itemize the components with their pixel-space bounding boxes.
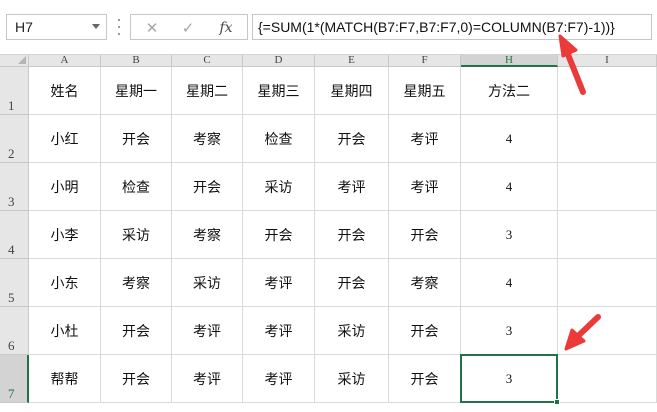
insert-function-icon[interactable]: fx [211,18,241,38]
spreadsheet-grid: A B C D E F H I 1 姓名 星期一 星期二 星期三 星期四 星期五 方法二 2 小红 开会 考察 检查 开会… [0,55,657,412]
column-header-f[interactable]: F [389,55,461,67]
cell-a3[interactable]: 小明 [29,163,101,211]
column-header-a[interactable]: A [29,55,101,67]
cell-e4[interactable]: 开会 [315,211,389,259]
cell-h3[interactable]: 4 [461,163,558,211]
name-box-value: H7 [15,19,33,35]
cell-f5[interactable]: 考察 [389,259,461,307]
row-number: 2 [8,146,15,161]
cell-d2[interactable]: 检查 [243,115,315,163]
cell-c6[interactable]: 考评 [172,307,243,355]
cell-h7[interactable]: 3 [461,355,558,403]
cell-e5[interactable]: 开会 [315,259,389,307]
cell-f6[interactable]: 开会 [389,307,461,355]
row-header-1[interactable]: 1 [0,67,29,115]
row-header-6[interactable]: 6 [0,307,29,355]
cell-e6[interactable]: 采访 [315,307,389,355]
cancel-icon[interactable]: ✕ [137,18,167,38]
cell-a1[interactable]: 姓名 [29,67,101,115]
cell-a7[interactable]: 帮帮 [29,355,101,403]
name-box[interactable]: H7 [6,14,107,40]
row-header-4[interactable]: 4 [0,211,29,259]
cell-e2[interactable]: 开会 [315,115,389,163]
row-header-3[interactable]: 3 [0,163,29,211]
row-number: 3 [8,194,15,209]
cell-h2[interactable]: 4 [461,115,558,163]
cell-f1[interactable]: 星期五 [389,67,461,115]
cell-c1[interactable]: 星期二 [172,67,243,115]
cell-d7[interactable]: 考评 [243,355,315,403]
cell-d4[interactable]: 开会 [243,211,315,259]
cell-a5[interactable]: 小东 [29,259,101,307]
cell-d5[interactable]: 考评 [243,259,315,307]
cell-f7[interactable]: 开会 [389,355,461,403]
cell-b5[interactable]: 考察 [101,259,172,307]
cell-c3[interactable]: 开会 [172,163,243,211]
column-header-c[interactable]: C [172,55,243,67]
formula-bar: H7 ✕ ✓ fx {=SUM(1*(MATCH(B7:F7,B7:F7,0)=… [0,0,657,55]
cell-h5[interactable]: 4 [461,259,558,307]
cell-c2[interactable]: 考察 [172,115,243,163]
row-number: 6 [8,338,15,353]
enter-icon[interactable]: ✓ [173,18,203,38]
cell-a4[interactable]: 小李 [29,211,101,259]
cell-b6[interactable]: 开会 [101,307,172,355]
cell-a6[interactable]: 小杜 [29,307,101,355]
row-header-7[interactable]: 7 [0,355,29,403]
drag-handle-icon[interactable] [116,14,122,40]
cell-f3[interactable]: 考评 [389,163,461,211]
cell-c7[interactable]: 考评 [172,355,243,403]
column-header-h[interactable]: H [461,55,558,67]
cell-d3[interactable]: 采访 [243,163,315,211]
cell-a2[interactable]: 小红 [29,115,101,163]
cell-d1[interactable]: 星期三 [243,67,315,115]
cell-b3[interactable]: 检查 [101,163,172,211]
cell-i4[interactable] [558,211,657,259]
cell-c4[interactable]: 考察 [172,211,243,259]
cell-e7[interactable]: 采访 [315,355,389,403]
row-number: 4 [8,242,15,257]
cell-f2[interactable]: 考评 [389,115,461,163]
row-number: 7 [8,386,15,401]
chevron-down-icon[interactable] [92,24,100,29]
formula-input[interactable]: {=SUM(1*(MATCH(B7:F7,B7:F7,0)=COLUMN(B7:… [252,14,652,40]
fill-handle[interactable] [554,399,560,405]
column-header-b[interactable]: B [101,55,172,67]
cell-e3[interactable]: 考评 [315,163,389,211]
cell-i2[interactable] [558,115,657,163]
cell-i6[interactable] [558,307,657,355]
row-number: 5 [8,290,15,305]
cell-h4[interactable]: 3 [461,211,558,259]
column-header-i[interactable]: I [558,55,657,67]
cell-i7[interactable] [558,355,657,403]
row-header-5[interactable]: 5 [0,259,29,307]
cell-c5[interactable]: 采访 [172,259,243,307]
cell-h6[interactable]: 3 [461,307,558,355]
cell-f4[interactable]: 开会 [389,211,461,259]
cell-b1[interactable]: 星期一 [101,67,172,115]
cell-i5[interactable] [558,259,657,307]
cell-b4[interactable]: 采访 [101,211,172,259]
cell-h1[interactable]: 方法二 [461,67,558,115]
cell-i1[interactable] [558,67,657,115]
formula-buttons: ✕ ✓ fx [130,14,248,40]
row-number: 1 [8,98,15,113]
row-header-2[interactable]: 2 [0,115,29,163]
column-header-d[interactable]: D [243,55,315,67]
select-all-button[interactable] [0,55,29,67]
cell-e1[interactable]: 星期四 [315,67,389,115]
cell-b2[interactable]: 开会 [101,115,172,163]
cell-i3[interactable] [558,163,657,211]
select-all-triangle-icon [18,56,26,64]
column-header-e[interactable]: E [315,55,389,67]
cell-d6[interactable]: 考评 [243,307,315,355]
cell-b7[interactable]: 开会 [101,355,172,403]
